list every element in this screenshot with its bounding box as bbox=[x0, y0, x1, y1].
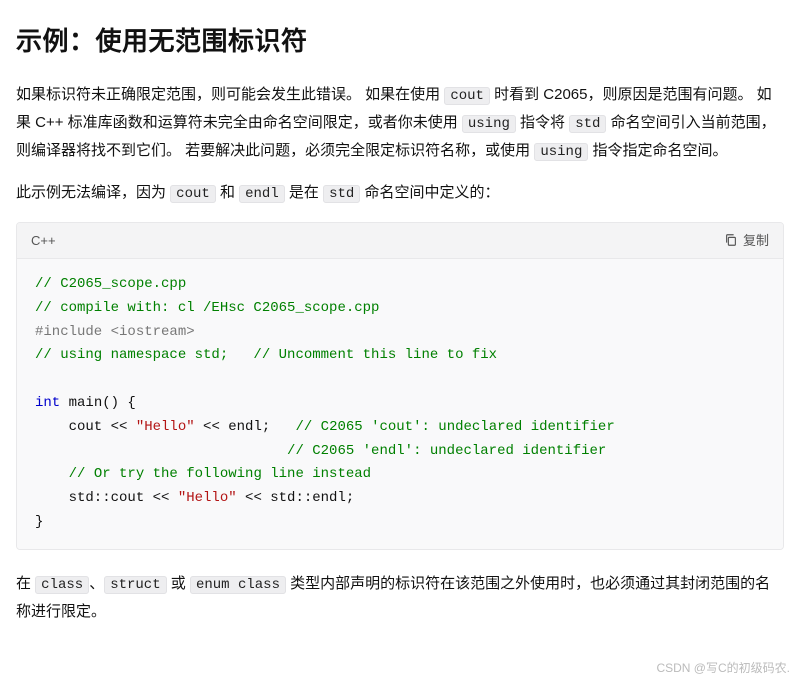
inline-code-std: std bbox=[569, 115, 606, 133]
outro-paragraph: 在 class、struct 或 enum class 类型内部声明的标识符在该… bbox=[16, 570, 784, 625]
watermark: CSDN @写C的初级码农. bbox=[656, 658, 790, 680]
inline-code-cout: cout bbox=[170, 185, 216, 203]
code-content[interactable]: // C2065_scope.cpp // compile with: cl /… bbox=[17, 259, 783, 549]
code-header: C++ 复制 bbox=[17, 223, 783, 259]
intro-paragraph-2: 此示例无法编译，因为 cout 和 endl 是在 std 命名空间中定义的： bbox=[16, 179, 784, 207]
copy-button[interactable]: 复制 bbox=[724, 229, 769, 252]
copy-icon bbox=[724, 233, 738, 247]
intro-paragraph-1: 如果标识符未正确限定范围，则可能会发生此错误。 如果在使用 cout 时看到 C… bbox=[16, 81, 784, 166]
inline-code-struct: struct bbox=[104, 576, 166, 594]
code-language-label: C++ bbox=[31, 229, 56, 252]
inline-code-std: std bbox=[323, 185, 360, 203]
text: 或 bbox=[167, 575, 190, 592]
text: 在 bbox=[16, 575, 35, 592]
inline-code-endl: endl bbox=[239, 185, 285, 203]
text: 如果标识符未正确限定范围，则可能会发生此错误。 如果在使用 bbox=[16, 86, 444, 103]
inline-code-using: using bbox=[462, 115, 516, 133]
inline-code-using-2: using bbox=[534, 143, 588, 161]
inline-code-enum-class: enum class bbox=[190, 576, 286, 594]
text: 命名空间中定义的： bbox=[360, 184, 499, 201]
text: 、 bbox=[89, 575, 104, 592]
text: 指令将 bbox=[516, 114, 569, 131]
inline-code-class: class bbox=[35, 576, 89, 594]
text: 此示例无法编译，因为 bbox=[16, 184, 170, 201]
inline-code-cout: cout bbox=[444, 87, 490, 105]
text: 指令指定命名空间。 bbox=[588, 142, 727, 159]
copy-label: 复制 bbox=[743, 229, 769, 252]
code-example-block: C++ 复制 // C2065_scope.cpp // compile wit… bbox=[16, 222, 784, 550]
text: 和 bbox=[216, 184, 239, 201]
text: 是在 bbox=[285, 184, 323, 201]
page-title: 示例：使用无范围标识符 bbox=[16, 18, 784, 65]
